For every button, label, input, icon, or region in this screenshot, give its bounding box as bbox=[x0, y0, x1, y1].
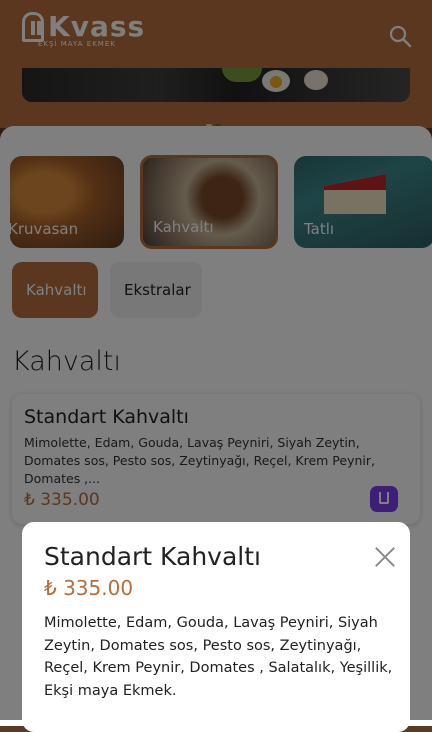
modal-title: Standart Kahvaltı bbox=[44, 542, 261, 571]
close-icon[interactable] bbox=[374, 546, 396, 568]
product-detail-modal: Standart Kahvaltı ₺ 335.00 Mimolette, Ed… bbox=[22, 522, 410, 732]
modal-description: Mimolette, Edam, Gouda, Lavaş Peyniri, S… bbox=[44, 615, 393, 699]
modal-price: ₺ 335.00 bbox=[44, 576, 134, 600]
